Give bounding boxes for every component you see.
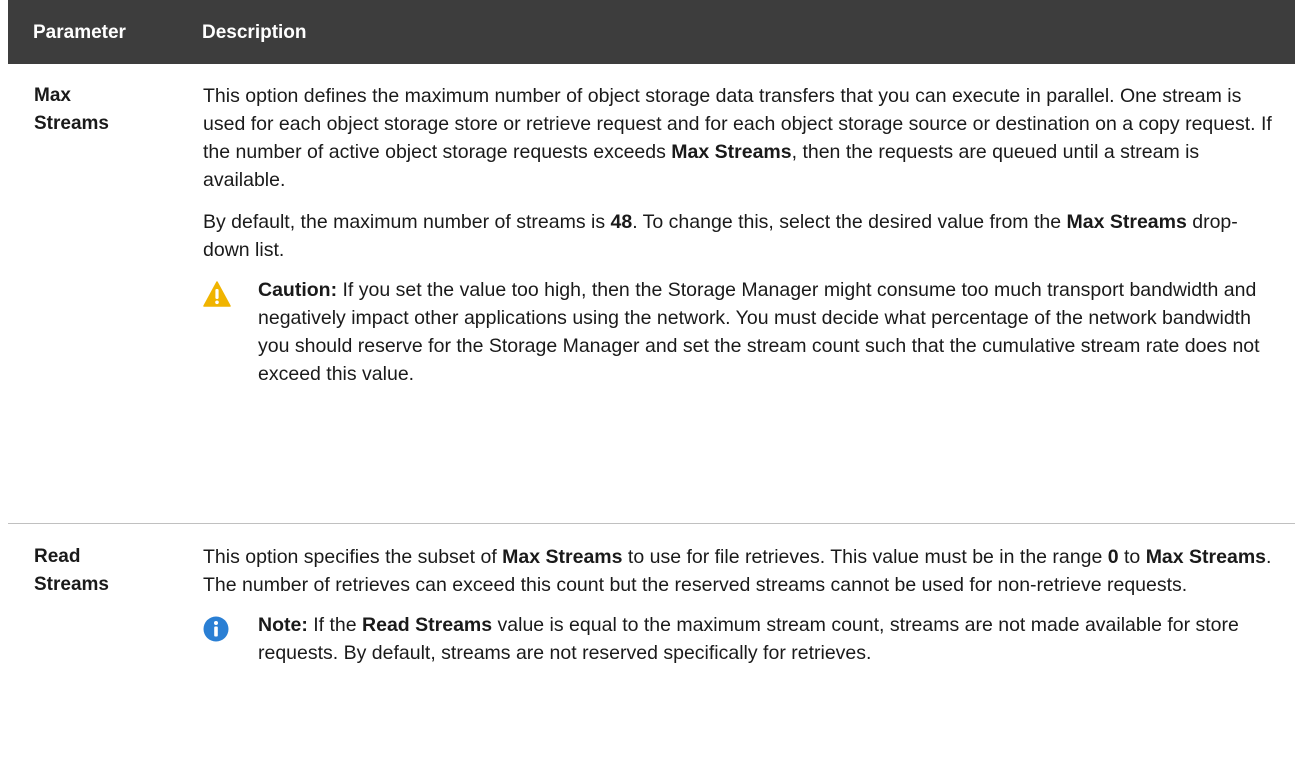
desc-read-streams: This option specifies the subset of Max …	[203, 543, 1283, 667]
parameter-table: Parameter Description Max Streams This o…	[8, 0, 1295, 776]
bold-term: Max Streams	[1145, 546, 1267, 568]
caution-callout: Caution: If you set the value too high, …	[203, 276, 1283, 388]
bold-term: Read Streams	[362, 614, 493, 636]
param-max-streams: Max Streams	[34, 85, 109, 134]
text-span: . To change this, select the desired val…	[632, 211, 1067, 233]
caution-text: If you set the value too high, then the …	[258, 279, 1260, 385]
note-text: If the	[307, 614, 363, 636]
text-span: to	[1118, 546, 1146, 568]
caution-label: Caution:	[258, 279, 338, 301]
header-description: Description	[202, 22, 307, 43]
header-parameter: Parameter	[33, 22, 126, 43]
bold-term: Max Streams	[1066, 211, 1187, 233]
bold-term: Max Streams	[502, 546, 623, 568]
param-read-streams: Read Streams	[34, 546, 109, 595]
desc-paragraph: By default, the maximum number of stream…	[203, 208, 1283, 264]
info-icon	[203, 616, 231, 642]
desc-paragraph: This option defines the maximum number o…	[203, 82, 1283, 194]
text-span: By default, the maximum number of stream…	[203, 211, 611, 233]
desc-max-streams: This option defines the maximum number o…	[203, 82, 1283, 388]
note-callout: Note: If the Read Streams value is equal…	[203, 611, 1283, 667]
table-row-max-streams: Max Streams This option defines the maxi…	[8, 64, 1295, 524]
bold-term: 0	[1107, 546, 1119, 568]
bold-term: 48	[610, 211, 633, 233]
desc-paragraph: This option specifies the subset of Max …	[203, 543, 1283, 599]
text-span: This option specifies the subset of	[203, 546, 503, 568]
note-label: Note:	[258, 614, 308, 636]
warning-icon	[203, 281, 231, 307]
bold-term: Max Streams	[671, 141, 792, 163]
table-row-read-streams: Read Streams This option specifies the s…	[8, 524, 1295, 776]
text-span: to use for file retrieves. This value mu…	[622, 546, 1108, 568]
table-header: Parameter Description	[8, 0, 1295, 64]
